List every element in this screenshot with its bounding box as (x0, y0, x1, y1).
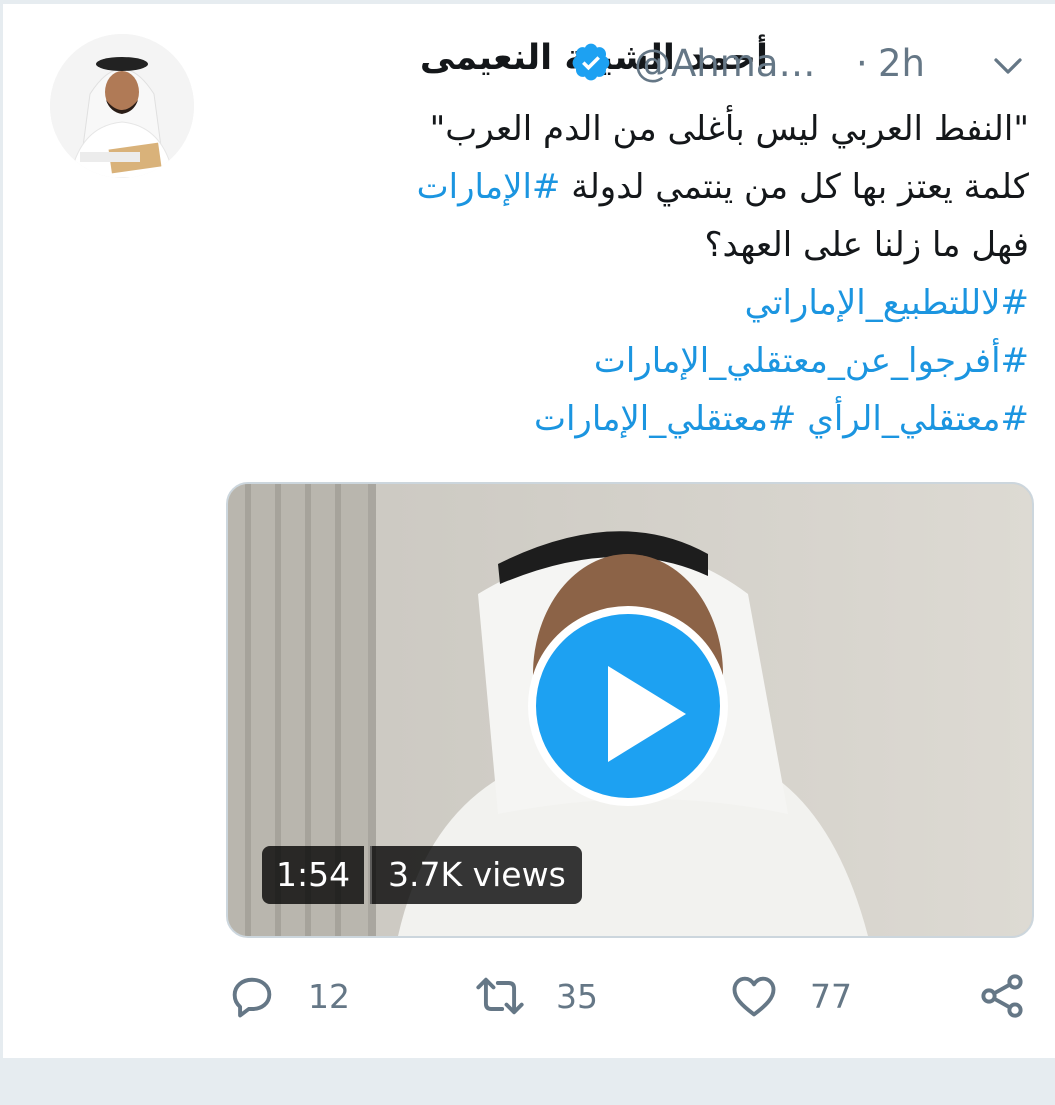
separator-dot: · (856, 42, 868, 85)
like-count: 77 (810, 976, 852, 1016)
retweet-count: 35 (556, 976, 598, 1016)
tweet-body: "النفط العربي ليس بأغلى من الدم العرب" ك… (229, 100, 1029, 448)
verified-badge-icon (572, 43, 610, 81)
video-duration: 1:54 (262, 846, 365, 904)
retweet-icon (476, 977, 524, 1015)
tweet-header: أحمد الشيبة النعيمى @Ahma… · 2h (228, 38, 1028, 88)
left-divider (0, 0, 3, 1105)
video-view-count: 3.7K views (370, 846, 582, 904)
tweet-timestamp[interactable]: 2h (878, 42, 925, 85)
play-icon (608, 666, 686, 762)
tweet-text-segment: كلمة يعتز بها كل من ينتمي لدولة (560, 167, 1029, 207)
hashtag-link[interactable]: #لاللتطبيع_الإماراتي (229, 274, 1029, 332)
top-divider (0, 0, 1055, 4)
tweet-line: كلمة يعتز بها كل من ينتمي لدولة #الإمارا… (229, 158, 1029, 216)
tweet-text-segment: فهل ما زلنا على العهد؟ (704, 225, 1029, 265)
reply-action[interactable]: 12 (226, 966, 350, 1026)
heart-icon (732, 976, 776, 1017)
tweet-line: "النفط العربي ليس بأغلى من الدم العرب" (229, 100, 1029, 158)
share-action[interactable] (976, 966, 1028, 1026)
chevron-down-icon[interactable] (990, 48, 1026, 84)
timeline-separator (0, 1058, 1055, 1105)
hashtag-link[interactable]: #أفرجوا_عن_معتقلي_الإمارات (229, 332, 1029, 390)
retweet-action[interactable]: 35 (474, 966, 598, 1026)
tweet-text-segment: "النفط العربي ليس بأغلى من الدم العرب" (429, 109, 1029, 149)
play-button[interactable] (528, 606, 728, 806)
reply-count: 12 (308, 976, 350, 1016)
avatar-image (50, 34, 194, 178)
tweet-line: فهل ما زلنا على العهد؟ (229, 216, 1029, 274)
user-handle[interactable]: @Ahma… (634, 42, 815, 85)
hashtag-link[interactable]: #الإمارات (417, 167, 561, 207)
share-icon (981, 974, 1023, 1018)
hashtag-link[interactable]: #معتقلي_الرأي #معتقلي_الإمارات (229, 390, 1029, 448)
like-action[interactable]: 77 (728, 966, 852, 1026)
tweet-actions: 12 35 77 (0, 966, 1055, 1026)
avatar[interactable] (50, 34, 194, 178)
video-player[interactable]: 1:54 3.7K views (226, 482, 1034, 938)
reply-icon (232, 977, 272, 1018)
